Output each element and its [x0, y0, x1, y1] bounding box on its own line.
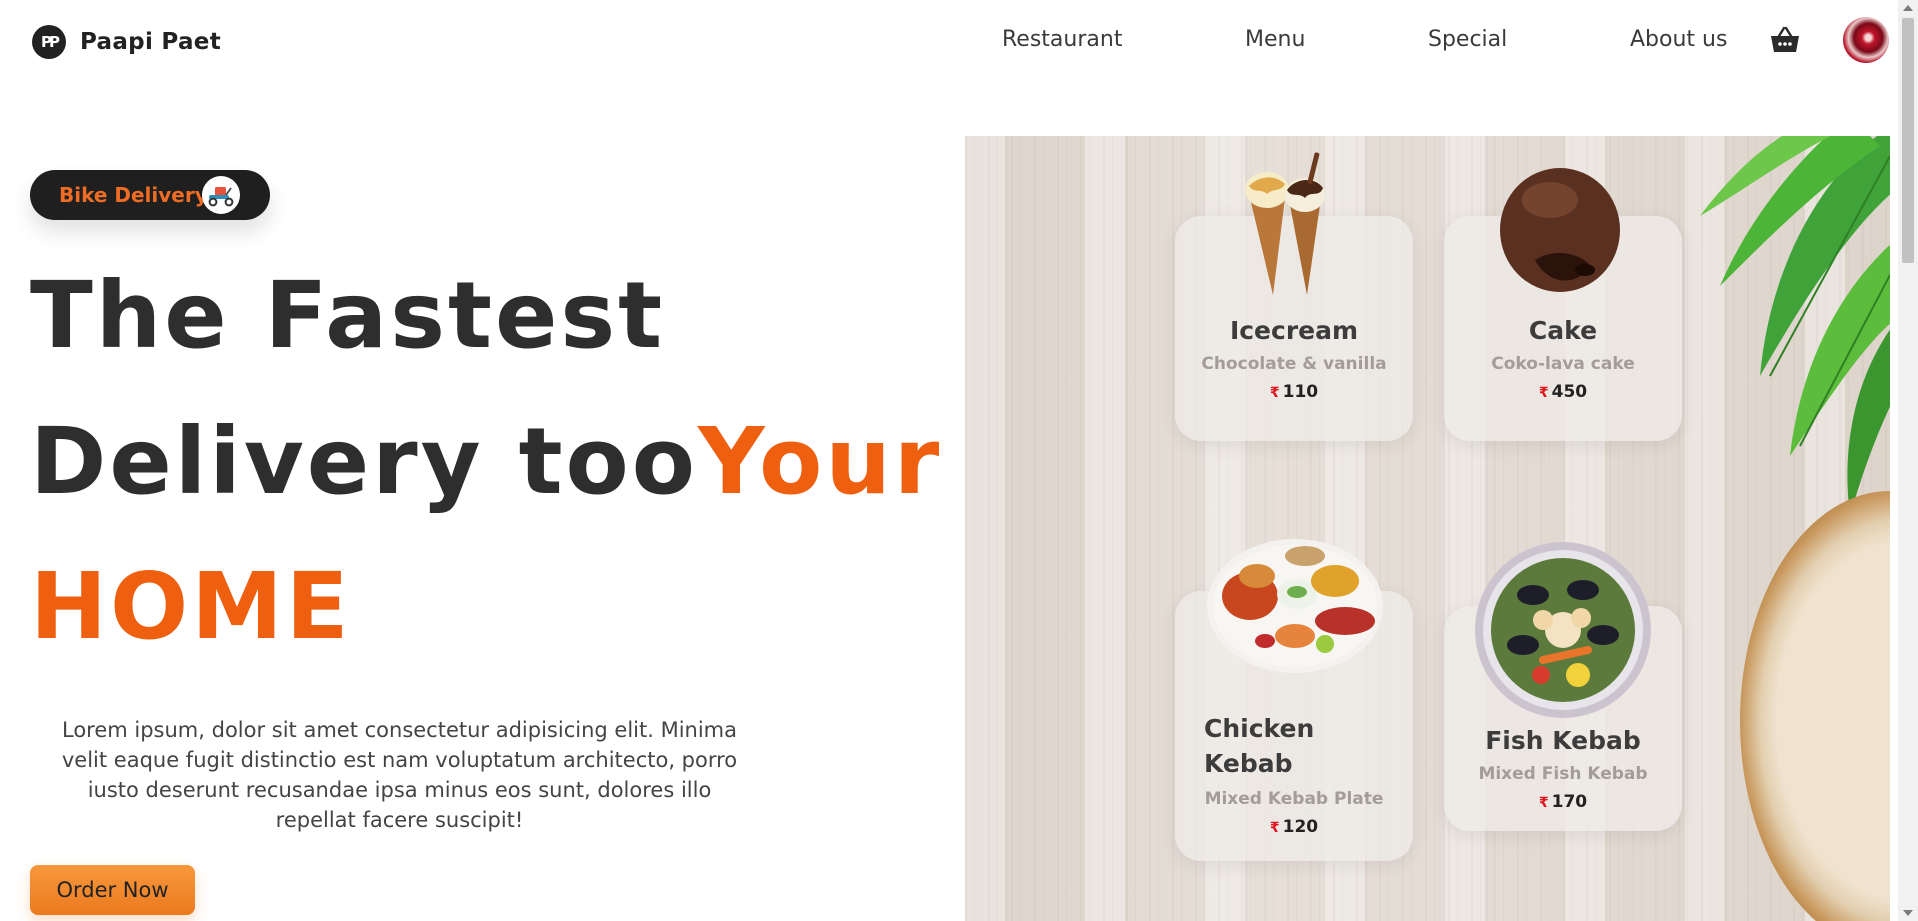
- headline-accent-your: Your: [697, 408, 943, 515]
- nav-item-menu[interactable]: Menu: [1245, 27, 1305, 52]
- rupee-icon: ₹: [1538, 795, 1549, 811]
- lava-cake-image: [1500, 168, 1620, 292]
- green-leaves-decoration: [1700, 136, 1890, 516]
- card-price-value: 450: [1551, 382, 1588, 402]
- rupee-icon: ₹: [1538, 385, 1549, 401]
- badge-label: Bike Delivery: [59, 183, 208, 207]
- headline-text: The Fastest: [30, 262, 666, 369]
- card-price: ₹110: [1175, 382, 1413, 402]
- headline-line-2: Delivery tooYour: [30, 408, 942, 515]
- rupee-icon: ₹: [1269, 820, 1280, 836]
- user-avatar[interactable]: [1843, 17, 1889, 63]
- food-showcase-panel: Icecream Chocolate & vanilla ₹110 Cake C…: [965, 136, 1890, 921]
- fish-kebab-plate-image: [1475, 542, 1651, 718]
- card-title: Chicken Kebab: [1204, 714, 1315, 778]
- card-price: ₹170: [1444, 792, 1682, 812]
- page-scrollbar[interactable]: [1898, 0, 1918, 921]
- order-now-button[interactable]: Order Now: [30, 865, 195, 915]
- card-subtitle: Chocolate & vanilla: [1201, 354, 1387, 374]
- headline-text: Delivery too: [30, 408, 698, 515]
- hero-description: Lorem ipsum, dolor sit amet consectetur …: [61, 718, 738, 832]
- card-price-value: 110: [1282, 382, 1319, 402]
- card-subtitle: Coko-lava cake: [1491, 354, 1635, 374]
- nav-item-restaurant[interactable]: Restaurant: [1002, 27, 1122, 52]
- brand-logo[interactable]: PP Paapi Paet: [32, 25, 221, 59]
- card-price-value: 120: [1282, 817, 1319, 837]
- shopping-basket-icon[interactable]: [1770, 26, 1800, 54]
- scroll-down-arrow-icon[interactable]: [1903, 910, 1913, 916]
- bread-decoration: [1740, 491, 1890, 921]
- card-title: Icecream: [1229, 316, 1359, 345]
- icecream-cones-image: [1245, 152, 1325, 295]
- card-price-value: 170: [1551, 792, 1588, 812]
- scrollbar-thumb[interactable]: [1902, 18, 1914, 263]
- card-price: ₹120: [1175, 817, 1413, 837]
- card-title: Fish Kebab: [1485, 726, 1641, 755]
- scooter-delivery-icon: [202, 176, 240, 214]
- card-title: Cake: [1528, 316, 1598, 345]
- headline-accent-home: HOME: [30, 553, 352, 660]
- kebab-plate-image: [1207, 539, 1383, 673]
- nav-item-about-us[interactable]: About us: [1630, 27, 1727, 52]
- rupee-icon: ₹: [1269, 385, 1280, 401]
- pp-monogram-icon: PP: [32, 25, 66, 59]
- headline-line-3: HOME: [30, 553, 352, 660]
- card-price: ₹450: [1444, 382, 1682, 402]
- scroll-up-arrow-icon[interactable]: [1903, 5, 1913, 11]
- brand-name: Paapi Paet: [80, 29, 221, 55]
- top-navbar: PP Paapi Paet Restaurant Menu Special Ab…: [0, 0, 1898, 84]
- card-subtitle: Mixed Kebab Plate: [1204, 789, 1384, 809]
- card-subtitle: Mixed Fish Kebab: [1478, 764, 1648, 784]
- bike-delivery-badge[interactable]: Bike Delivery: [30, 170, 270, 220]
- nav-item-special[interactable]: Special: [1428, 27, 1507, 52]
- headline-line-1: The Fastest: [30, 262, 665, 369]
